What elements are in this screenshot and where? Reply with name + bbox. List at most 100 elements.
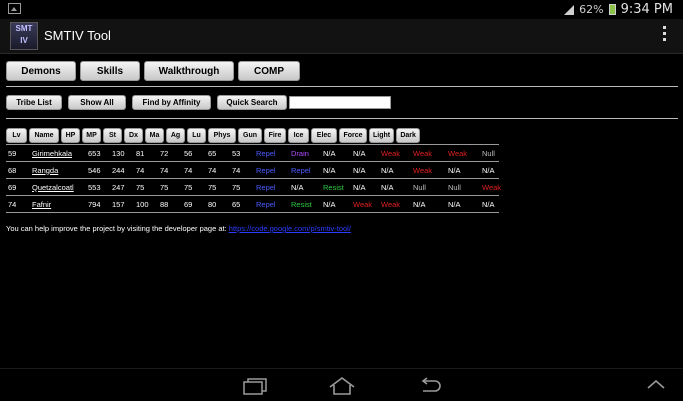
table-cell-phys: Repel <box>256 165 276 175</box>
footer-note: You can help improve the project by visi… <box>6 224 351 233</box>
column-header-ice[interactable]: Ice <box>288 127 309 143</box>
table-row[interactable]: 74 Fafnir 794 157 100 88 69 80 65 Repel Resist N/A W… <box>6 196 510 212</box>
table-cell-gun: Resist <box>291 199 312 209</box>
demon-table: Lv Name HP MP St Dx Ma Ag Lu Phys Gun Fire Ice Elec Fo… <box>6 126 510 213</box>
tribe-list-button[interactable]: Tribe List <box>6 95 62 110</box>
demon-name[interactable]: Quetzalcoatl <box>30 183 86 192</box>
table-cell-lu: 65 <box>232 199 241 209</box>
column-header-hp[interactable]: HP <box>61 127 80 143</box>
table-cell-ag: 75 <box>208 182 217 192</box>
table-cell-st: 100 <box>136 199 149 209</box>
table-cell-hp: 794 <box>88 199 101 209</box>
status-bar: 62% 9:34 PM <box>0 0 683 18</box>
table-cell-st: 74 <box>136 165 145 175</box>
table-cell-gun: N/A <box>291 182 304 192</box>
battery-icon <box>608 4 616 15</box>
table-cell-dx: 88 <box>160 199 169 209</box>
column-header-mp[interactable]: MP <box>82 127 101 143</box>
find-by-affinity-button[interactable]: Find by Affinity <box>132 95 211 110</box>
signal-icon <box>564 4 575 15</box>
demon-name[interactable]: Girimehkala <box>30 149 86 158</box>
table-row[interactable]: 59 Girimehkala 653 130 81 72 56 65 53 Repel Drain N… <box>6 145 510 161</box>
main-tabs: Demons Skills Walkthrough COMP <box>6 61 300 81</box>
table-cell-dark: N/A <box>482 165 495 175</box>
table-cell-force: Weak <box>413 148 433 158</box>
table-cell-light: Null <box>448 182 461 192</box>
table-cell-lv: 68 <box>8 165 17 175</box>
table-cell-hp: 653 <box>88 148 101 158</box>
table-cell-phys: Repel <box>256 182 276 192</box>
table-cell-mp: 130 <box>112 148 125 158</box>
show-all-button[interactable]: Show All <box>68 95 126 110</box>
table-header: Lv Name HP MP St Dx Ma Ag Lu Phys Gun Fire Ice Elec Fo… <box>6 126 510 144</box>
picture-notification-icon <box>8 3 21 14</box>
footer-text: You can help improve the project by visi… <box>6 224 229 233</box>
table-cell-elec: N/A <box>381 182 394 192</box>
table-cell-ma: 56 <box>184 148 193 158</box>
table-cell-mp: 247 <box>112 182 125 192</box>
column-header-fire[interactable]: Fire <box>264 127 286 143</box>
divider <box>6 86 678 87</box>
table-cell-ice: N/A <box>353 165 366 175</box>
app-icon-text: SMT IV <box>15 24 33 45</box>
table-cell-light: Weak <box>448 148 468 158</box>
table-cell-ice: N/A <box>353 182 366 192</box>
chevron-up-icon[interactable] <box>646 379 666 389</box>
tab-skills[interactable]: Skills <box>80 61 140 81</box>
table-cell-hp: 546 <box>88 165 101 175</box>
column-header-gun[interactable]: Gun <box>238 127 262 143</box>
table-cell-lu: 53 <box>232 148 241 158</box>
quick-search-input[interactable] <box>289 96 391 109</box>
tab-walkthrough[interactable]: Walkthrough <box>144 61 234 81</box>
table-cell-fire: N/A <box>323 148 336 158</box>
column-header-dark[interactable]: Dark <box>396 127 421 143</box>
divider <box>6 118 678 119</box>
table-cell-fire: N/A <box>323 199 336 209</box>
demon-name[interactable]: Rangda <box>30 166 86 175</box>
table-cell-elec: Weak <box>381 199 401 209</box>
developer-link[interactable]: https://code.google.com/p/smtiv-tool/ <box>229 224 351 233</box>
table-cell-ma: 75 <box>184 182 193 192</box>
table-cell-ma: 69 <box>184 199 193 209</box>
table-cell-fire: Resist <box>323 182 344 192</box>
table-row[interactable]: 68 Rangda 546 244 74 74 74 74 74 Repel Repel N/A N/A… <box>6 162 510 178</box>
column-header-st[interactable]: St <box>103 127 122 143</box>
battery-percent: 62% <box>579 3 604 16</box>
table-cell-ag: 80 <box>208 199 217 209</box>
tab-demons[interactable]: Demons <box>6 61 76 81</box>
column-header-phys[interactable]: Phys <box>208 127 236 143</box>
column-header-force[interactable]: Force <box>339 127 367 143</box>
column-header-ag[interactable]: Ag <box>166 127 185 143</box>
recent-apps-icon[interactable] <box>242 377 268 395</box>
table-cell-gun: Repel <box>291 165 311 175</box>
table-row[interactable]: 69 Quetzalcoatl 553 247 75 75 75 75 75 Repel N/A Re… <box>6 179 510 195</box>
quick-search-button[interactable]: Quick Search <box>217 95 287 110</box>
column-header-light[interactable]: Light <box>369 127 395 143</box>
table-cell-mp: 244 <box>112 165 125 175</box>
column-header-elec[interactable]: Elec <box>311 127 337 143</box>
table-cell-lv: 59 <box>8 148 17 158</box>
table-cell-light: N/A <box>448 165 461 175</box>
home-icon[interactable] <box>328 376 356 396</box>
table-cell-force: Null <box>413 182 426 192</box>
app-icon: SMT IV <box>10 22 38 50</box>
column-header-ma[interactable]: Ma <box>145 127 164 143</box>
table-cell-st: 75 <box>136 182 145 192</box>
table-cell-phys: Repel <box>256 199 276 209</box>
table-cell-dx: 72 <box>160 148 169 158</box>
column-header-dx[interactable]: Dx <box>124 127 143 143</box>
overflow-menu-icon[interactable] <box>663 26 667 41</box>
table-cell-ag: 74 <box>208 165 217 175</box>
column-header-name[interactable]: Name <box>29 127 59 143</box>
table-cell-ag: 65 <box>208 148 217 158</box>
column-header-lv[interactable]: Lv <box>6 127 27 143</box>
column-header-lu[interactable]: Lu <box>187 127 206 143</box>
back-icon[interactable] <box>417 377 443 395</box>
table-cell-lu: 75 <box>232 182 241 192</box>
table-cell-lv: 74 <box>8 199 17 209</box>
table-cell-mp: 157 <box>112 199 125 209</box>
app-title: SMTIV Tool <box>44 28 111 43</box>
tab-comp[interactable]: COMP <box>238 61 300 81</box>
table-cell-gun: Drain <box>291 148 309 158</box>
demon-name[interactable]: Fafnir <box>30 200 86 209</box>
